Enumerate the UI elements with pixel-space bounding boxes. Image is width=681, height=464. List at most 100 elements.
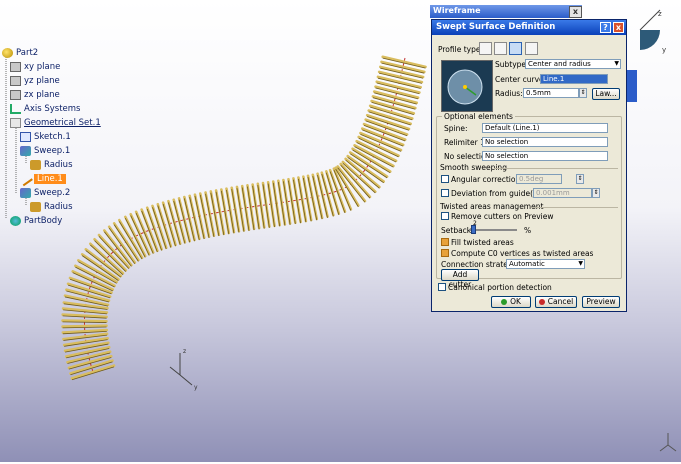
relimiter2-field[interactable]: No selection — [482, 151, 608, 161]
add-cutter-button[interactable]: Add cutter — [441, 269, 479, 289]
cancel-button[interactable]: Cancel — [535, 296, 577, 308]
tree-item-yz-plane[interactable]: yz plane — [10, 75, 60, 87]
ok-button[interactable]: OK — [491, 296, 531, 308]
ok-label: OK — [510, 297, 521, 306]
canonical-checkbox[interactable] — [438, 283, 446, 291]
plane-icon — [10, 62, 21, 72]
tree-item-axis-systems[interactable]: Axis Systems — [10, 103, 80, 115]
sweep-icon — [20, 146, 31, 156]
subtype-select[interactable]: Center and radius ▼ — [525, 59, 621, 69]
axis-triad-small: z y — [169, 348, 198, 391]
geometrical-set-icon — [10, 118, 21, 128]
tree-item-sweep-2[interactable]: Sweep.2 — [20, 187, 70, 199]
tree-label: Geometrical Set.1 — [24, 118, 101, 128]
tree-item-zx-plane[interactable]: zx plane — [10, 89, 60, 101]
ok-icon — [501, 299, 508, 305]
compass-icon[interactable]: z y — [639, 9, 666, 54]
profile-explicit-button[interactable] — [479, 42, 492, 55]
center-curve-field[interactable]: Line.1 — [540, 74, 608, 84]
tree-item-geometrical-set[interactable]: Geometrical Set.1 — [10, 117, 101, 129]
angular-spinner[interactable]: ⇕ — [576, 174, 584, 184]
setback-unit: % — [524, 226, 532, 235]
remove-cutters-label: Remove cutters on Preview — [451, 212, 554, 221]
profile-circle-button[interactable] — [509, 42, 522, 55]
law-button[interactable]: Law... — [592, 88, 620, 100]
tree-item-line-1[interactable]: Line.1 — [18, 171, 66, 187]
wireframe-toolbar-title: Wireframe — [433, 6, 481, 15]
remove-cutters-checkbox[interactable] — [441, 212, 449, 220]
specification-tree[interactable]: Part2 xy plane yz plane zx plane Axis Sy… — [0, 44, 180, 234]
subtype-value: Center and radius — [528, 60, 591, 68]
setback-slider-track[interactable] — [469, 229, 517, 231]
close-button[interactable]: x — [613, 22, 624, 33]
compute-c0-label: Compute C0 vertices as twisted areas — [451, 249, 594, 258]
angular-correction-checkbox[interactable] — [441, 175, 449, 183]
profile-type-label: Profile type: — [438, 45, 483, 54]
wireframe-toolbar[interactable]: Wireframe x — [430, 5, 582, 18]
angular-correction-label: Angular correction: — [451, 175, 523, 184]
tree-item-radius-1[interactable]: Radius — [30, 159, 73, 171]
tree-label: PartBody — [24, 216, 63, 226]
chevron-down-icon: ▼ — [578, 260, 583, 267]
swept-surface-dialog[interactable]: Swept Surface Definition ? x Profile typ… — [431, 19, 627, 312]
svg-text:y: y — [662, 46, 666, 54]
deviation-field[interactable]: 0.001mm — [533, 188, 592, 198]
tree-item-xy-plane[interactable]: xy plane — [10, 61, 60, 73]
spring-coil-turn — [379, 65, 425, 79]
spring-coil-turn — [377, 70, 424, 84]
sweep-icon — [20, 188, 31, 198]
tree-label: yz plane — [24, 76, 60, 86]
tree-label-selected: Line.1 — [34, 174, 66, 184]
axis-triad-corner — [659, 433, 677, 452]
partbody-icon — [10, 216, 21, 226]
tree-label: xy plane — [24, 62, 61, 72]
preview-button[interactable]: Preview — [582, 296, 620, 308]
dialog-title: Swept Surface Definition — [436, 22, 556, 32]
profile-line-button[interactable] — [494, 42, 507, 55]
spring-coil-turn — [61, 324, 108, 328]
tree-item-radius-2[interactable]: Radius — [30, 201, 73, 213]
plane-icon — [10, 76, 21, 86]
tree-label: Radius — [44, 202, 73, 212]
tree-item-partbody[interactable]: PartBody — [10, 215, 62, 227]
deviation-spinner[interactable]: ⇕ — [592, 188, 600, 198]
tree-label: Sweep.2 — [34, 188, 71, 198]
fill-twisted-checkbox[interactable] — [441, 238, 449, 246]
center-curve-label: Center curve: — [495, 75, 547, 84]
radius-parameter-icon — [30, 202, 41, 212]
spine-label: Spine: — [444, 124, 468, 133]
svg-text:z: z — [658, 10, 662, 18]
help-button[interactable]: ? — [600, 22, 611, 33]
setback-slider-thumb[interactable] — [471, 225, 476, 234]
tree-item-sweep-1[interactable]: Sweep.1 — [20, 145, 70, 157]
tree-item-sketch[interactable]: Sketch.1 — [20, 131, 71, 143]
profile-conic-button[interactable] — [525, 42, 538, 55]
angular-correction-field[interactable]: 0.5deg — [516, 174, 562, 184]
svg-text:z: z — [183, 348, 186, 355]
tree-label: Sweep.1 — [34, 146, 71, 156]
deviation-checkbox[interactable] — [441, 189, 449, 197]
tree-label: Part2 — [16, 48, 39, 58]
cancel-label: Cancel — [547, 297, 574, 306]
profile-preview-image — [441, 60, 493, 112]
tree-label: zx plane — [24, 90, 60, 100]
radius-label: Radius: — [495, 89, 523, 98]
plane-icon — [10, 90, 21, 100]
relimiter1-field[interactable]: No selection — [482, 137, 608, 147]
profile-circle-icon — [447, 69, 483, 105]
dialog-title-bar[interactable]: Swept Surface Definition ? x — [432, 20, 626, 35]
radius-field[interactable]: 0.5mm — [523, 88, 579, 98]
spring-coil-turn — [376, 75, 422, 89]
smooth-separator — [494, 168, 618, 169]
radius-parameter-icon — [30, 160, 41, 170]
relimiter1-label: Relimiter 1: — [444, 138, 488, 147]
compute-c0-checkbox[interactable] — [441, 249, 449, 257]
spine-field[interactable]: Default (Line.1) — [482, 123, 608, 133]
tree-root-part[interactable]: Part2 — [2, 47, 38, 59]
twisted-areas-title: Twisted areas management — [440, 202, 544, 211]
connection-strategy-select[interactable]: Automatic ▼ — [506, 259, 585, 269]
radius-spinner[interactable]: ⇕ — [579, 88, 587, 98]
connection-strategy-value: Automatic — [509, 260, 545, 268]
axis-system-icon — [10, 104, 21, 114]
wireframe-close-button[interactable]: x — [569, 6, 582, 18]
